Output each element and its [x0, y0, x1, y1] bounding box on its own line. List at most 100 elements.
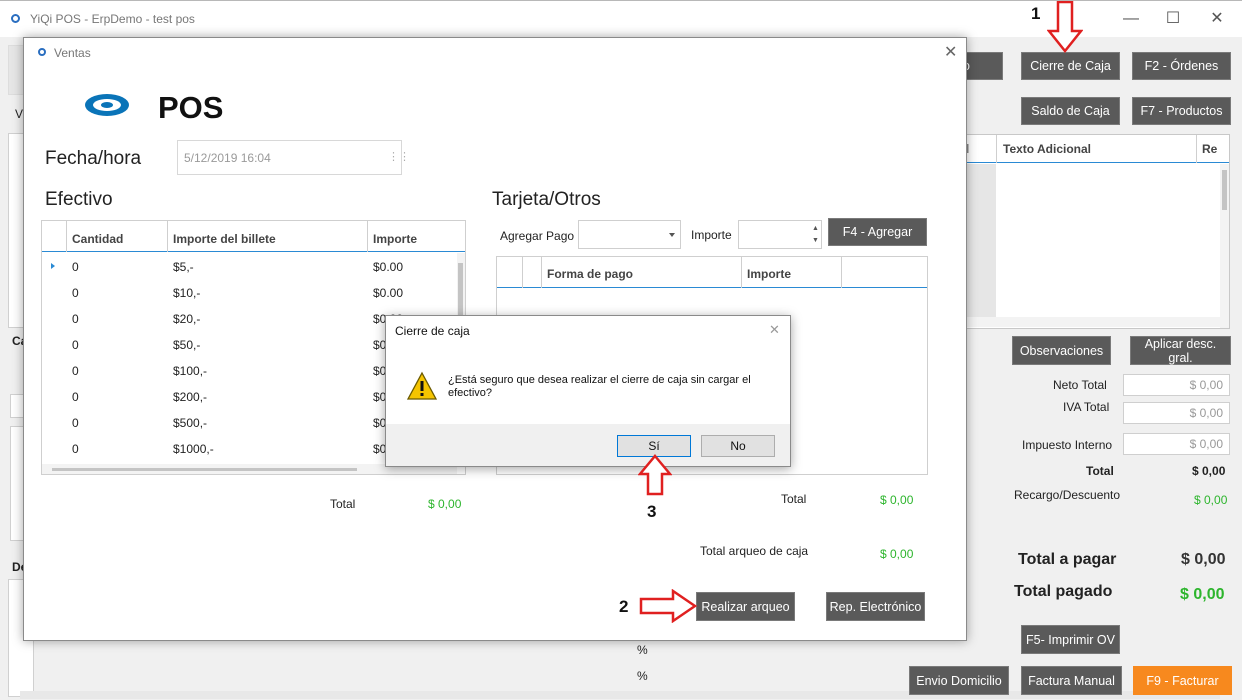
right-items-grid[interactable]: l Texto Adicional Re — [960, 134, 1230, 329]
right-grid-divider-2 — [1196, 135, 1197, 163]
no-button[interactable]: No — [701, 435, 775, 457]
fecha-label: Fecha/hora — [45, 148, 142, 169]
maximize-button[interactable]: ☐ — [1163, 9, 1183, 29]
saldo-de-caja-button[interactable]: Saldo de Caja — [1021, 97, 1120, 125]
grid-divider — [66, 221, 67, 252]
importe-stepper[interactable]: ▲ ▼ — [738, 220, 822, 249]
observaciones-button[interactable]: Observaciones — [1012, 336, 1111, 365]
percent-label-2: % — [637, 669, 648, 683]
arqueo-value: $ 0,00 — [880, 547, 914, 561]
right-grid-col3: Re — [1202, 142, 1218, 156]
cierre-message: ¿Está seguro que desea realizar el cierr… — [448, 374, 751, 399]
right-grid-header — [961, 135, 1229, 163]
annotation-arrow-right-icon — [639, 589, 697, 623]
iva-label: IVA Total — [1063, 400, 1110, 414]
importe-label: Importe — [691, 228, 732, 242]
neto-field[interactable]: $ 0,00 — [1123, 374, 1230, 396]
total-pagado-label: Total pagado — [1014, 583, 1113, 600]
left-grid2-fragment — [10, 426, 24, 541]
grid-divider — [741, 257, 742, 288]
tarjeta-title: Tarjeta/Otros — [492, 189, 601, 210]
col-importe-billete: Importe del billete — [173, 232, 276, 246]
cell-billete: $10,- — [173, 286, 201, 300]
cell-billete: $500,- — [173, 416, 208, 430]
total-pagar-value: $ 0,00 — [1181, 551, 1226, 568]
grid-divider — [841, 257, 842, 288]
cell-cantidad: 0 — [72, 260, 79, 274]
recargo-label: Recargo/Descuento — [1014, 488, 1121, 502]
grid-divider — [541, 257, 542, 288]
iva-field[interactable]: $ 0,00 — [1123, 402, 1230, 424]
cell-cantidad: 0 — [72, 286, 79, 300]
cierre-close-icon[interactable]: ✕ — [769, 322, 780, 338]
cell-billete: $50,- — [173, 338, 201, 352]
annotation-number-2: 2 — [619, 597, 629, 616]
grid-divider — [522, 257, 523, 288]
cell-billete: $100,- — [173, 364, 208, 378]
tarjeta-total-label: Total — [781, 492, 807, 506]
fecha-field[interactable]: 5/12/2019 16:04 ⋮⋮ — [177, 140, 410, 175]
right-grid-hscroll[interactable] — [961, 317, 1220, 327]
cell-billete: $200,- — [173, 390, 208, 404]
cierre-de-caja-button[interactable]: Cierre de Caja — [1021, 52, 1120, 80]
grid-divider — [167, 221, 168, 252]
total-pagado-value: $ 0,00 — [1180, 586, 1225, 603]
left-label-v: V — [15, 107, 24, 121]
minimize-button[interactable]: — — [1121, 9, 1141, 29]
cell-cantidad: 0 — [72, 442, 79, 456]
cell-cantidad: 0 — [72, 390, 79, 404]
app-icon — [11, 14, 20, 23]
calendar-icon[interactable]: ⋮⋮ — [388, 150, 410, 163]
right-grid-vscroll-thumb[interactable] — [1222, 170, 1227, 210]
efectivo-total-label: Total — [330, 497, 356, 511]
productos-button[interactable]: F7 - Productos — [1132, 97, 1231, 125]
envio-domicilio-button[interactable]: Envio Domicilio — [909, 666, 1009, 695]
cell-cantidad: 0 — [72, 312, 79, 326]
left-grid-fragment — [8, 133, 24, 328]
agregar-pago-label: Agregar Pago — [500, 229, 575, 243]
imprimir-ov-button[interactable]: F5- Imprimir OV — [1021, 625, 1120, 654]
facturar-button[interactable]: F9 - Facturar — [1133, 666, 1232, 695]
forma-pago-select[interactable] — [578, 220, 681, 249]
ventas-title: Ventas — [54, 46, 91, 60]
agregar-button[interactable]: F4 - Agregar — [828, 218, 927, 246]
close-button[interactable]: ✕ — [1207, 9, 1227, 29]
realizar-arqueo-button[interactable]: Realizar arqueo — [696, 592, 795, 621]
percent-label-1: % — [637, 643, 648, 657]
cell-cantidad: 0 — [72, 338, 79, 352]
aplicar-desc-button[interactable]: Aplicar desc. gral. — [1130, 336, 1231, 365]
efectivo-total-value: $ 0,00 — [428, 497, 462, 511]
cierre-dialog: Cierre de caja ✕ ¿Está seguro que desea … — [385, 315, 791, 467]
col-cantidad: Cantidad — [72, 232, 124, 246]
cell-importe: $0.00 — [373, 286, 404, 300]
annotation-number-3: 3 — [647, 502, 657, 521]
arqueo-label: Total arqueo de caja — [700, 544, 809, 558]
chevron-down-icon — [669, 233, 675, 237]
col-pago-importe: Importe — [747, 267, 792, 281]
cell-importe: $0.00 — [373, 260, 404, 274]
current-row-arrow-icon — [51, 263, 55, 269]
efectivo-title: Efectivo — [45, 189, 113, 210]
efectivo-hscroll-thumb[interactable] — [52, 468, 357, 471]
impuesto-field[interactable]: $ 0,00 — [1123, 433, 1230, 455]
cell-billete: $1000,- — [173, 442, 214, 456]
total-label: Total — [1086, 464, 1114, 478]
factura-manual-button[interactable]: Factura Manual — [1021, 666, 1122, 695]
rep-electronico-button[interactable]: Rep. Electrónico — [826, 592, 925, 621]
neto-label: Neto Total — [1053, 378, 1107, 392]
ordenes-button[interactable]: F2 - Órdenes — [1132, 52, 1231, 80]
left-field-fragment — [10, 394, 24, 418]
annotation-arrow-down-icon — [1047, 1, 1083, 53]
stepper-down-icon[interactable]: ▼ — [812, 237, 819, 244]
cell-cantidad: 0 — [72, 416, 79, 430]
col-forma-pago: Forma de pago — [547, 267, 634, 281]
total-pagar-label: Total a pagar — [1018, 551, 1117, 568]
grid-divider — [367, 221, 368, 252]
ventas-window-icon — [38, 48, 46, 56]
recargo-value: $ 0,00 — [1194, 493, 1228, 507]
stepper-up-icon[interactable]: ▲ — [812, 225, 819, 232]
ventas-close-icon[interactable]: ✕ — [944, 42, 957, 62]
cell-billete: $5,- — [173, 260, 194, 274]
pos-logo-text: POS — [158, 90, 224, 125]
right-grid-divider — [996, 135, 997, 163]
